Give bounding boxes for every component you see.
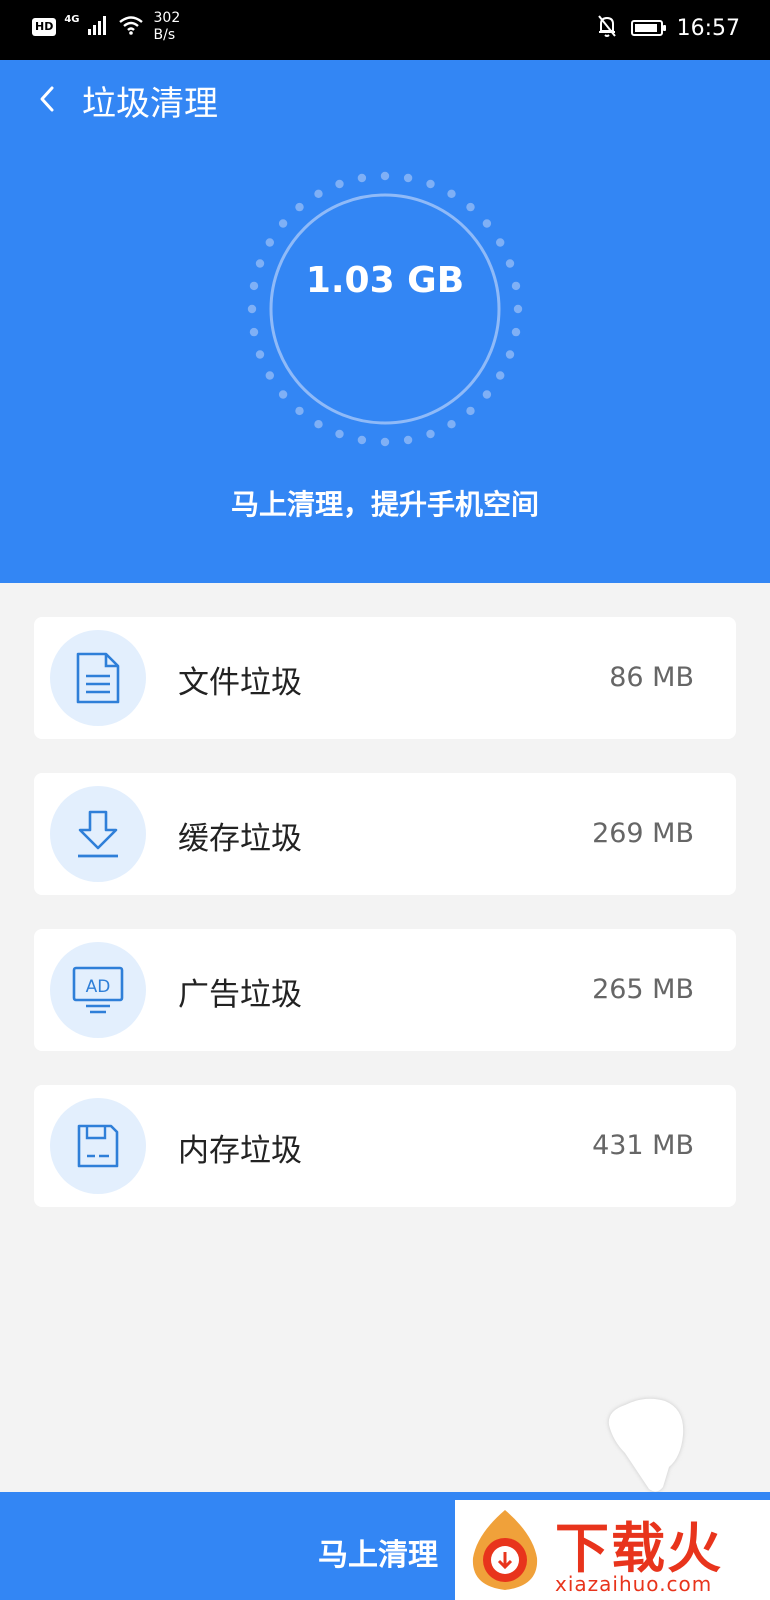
junk-item-size: 431 MB — [592, 1130, 694, 1161]
ring-dot — [380, 437, 390, 447]
ring-dot — [403, 435, 413, 445]
ring-dot — [511, 327, 521, 337]
ring-dot — [380, 171, 390, 181]
hero-subtitle: 马上清理，提升手机空间 — [230, 488, 539, 521]
ring-dot — [314, 420, 323, 429]
ring-dot — [247, 304, 257, 314]
junk-category-list: 文件垃圾 86 MB 缓存垃圾 269 MB AD 广告垃圾 265 MB 内存… — [34, 617, 736, 1241]
ring-dot — [466, 406, 475, 416]
ring-dot — [403, 173, 413, 183]
ring-dot — [295, 406, 304, 416]
ring-dot — [496, 371, 505, 380]
ring-dot — [295, 202, 304, 212]
ring-dot — [314, 189, 323, 198]
status-right: 16:57 — [597, 14, 740, 42]
ring-dot — [505, 259, 515, 268]
clean-now-label: 马上清理 — [318, 1538, 438, 1573]
progress-ring — [247, 171, 523, 447]
bell-muted-icon — [597, 14, 617, 42]
ring-dot — [496, 238, 505, 247]
junk-item-file[interactable]: 文件垃圾 86 MB — [34, 617, 736, 739]
download-icon — [50, 786, 146, 882]
ring-dot — [426, 429, 435, 439]
ring-dot — [278, 219, 288, 228]
ring-dot — [447, 420, 456, 429]
watermark: 下载火 xiazaihuo.com — [455, 1500, 770, 1600]
ring-dot — [335, 179, 344, 189]
status-bar: HD 4G 302 B/s 16:57 — [0, 0, 770, 60]
junk-item-ad[interactable]: AD 广告垃圾 265 MB — [34, 929, 736, 1051]
ring-dot — [265, 238, 274, 247]
junk-item-label: 缓存垃圾 — [178, 821, 302, 857]
signal-icon — [87, 15, 110, 39]
page-title: 垃圾清理 — [82, 84, 218, 124]
hd-badge: HD — [32, 18, 57, 36]
junk-item-label: 广告垃圾 — [178, 977, 302, 1013]
ring-dot — [255, 350, 265, 359]
ring-dot — [357, 435, 367, 445]
hero-header: 垃圾清理 1.03 GB 马上清理，提升手机空间 — [0, 60, 770, 583]
ring-dot — [249, 281, 259, 291]
ring-dot — [511, 281, 521, 291]
junk-item-cache[interactable]: 缓存垃圾 269 MB — [34, 773, 736, 895]
clock: 16:57 — [676, 15, 740, 41]
ring-dot — [278, 390, 288, 399]
ring-dot — [513, 304, 523, 314]
ring-dot — [255, 259, 265, 268]
memory-card-icon — [50, 1098, 146, 1194]
ring-dot — [426, 179, 435, 189]
junk-item-label: 内存垃圾 — [178, 1133, 302, 1169]
ring-dot — [505, 350, 515, 359]
ad-monitor-icon: AD — [50, 942, 146, 1038]
wifi-icon — [118, 15, 144, 39]
speed-unit: B/s — [153, 27, 176, 43]
junk-total-size: 1.03 GB — [305, 260, 465, 301]
network-speed: 302 B/s — [154, 10, 181, 44]
ring-dot — [335, 429, 344, 439]
svg-text:AD: AD — [86, 977, 111, 997]
speed-value: 302 — [153, 10, 181, 26]
junk-item-label: 文件垃圾 — [178, 665, 302, 701]
junk-item-size: 265 MB — [592, 974, 694, 1005]
junk-item-size: 269 MB — [592, 818, 694, 849]
junk-item-size: 86 MB — [609, 662, 694, 693]
watermark-logo-icon — [463, 1506, 547, 1598]
junk-item-memory[interactable]: 内存垃圾 431 MB — [34, 1085, 736, 1207]
document-icon — [50, 630, 146, 726]
ring-dot — [357, 173, 367, 183]
ring-dot — [249, 327, 259, 337]
battery-icon — [630, 20, 666, 36]
ring-dot — [466, 202, 475, 212]
ring-dot — [482, 390, 492, 399]
status-left: HD 4G 302 B/s — [32, 10, 180, 44]
watermark-url: xiazaihuo.com — [555, 1572, 713, 1596]
network-type: 4G — [64, 13, 80, 25]
ring-dot — [482, 219, 492, 228]
ring-dot — [447, 189, 456, 198]
back-arrow-icon[interactable] — [36, 84, 60, 118]
ring-dot — [265, 371, 274, 380]
